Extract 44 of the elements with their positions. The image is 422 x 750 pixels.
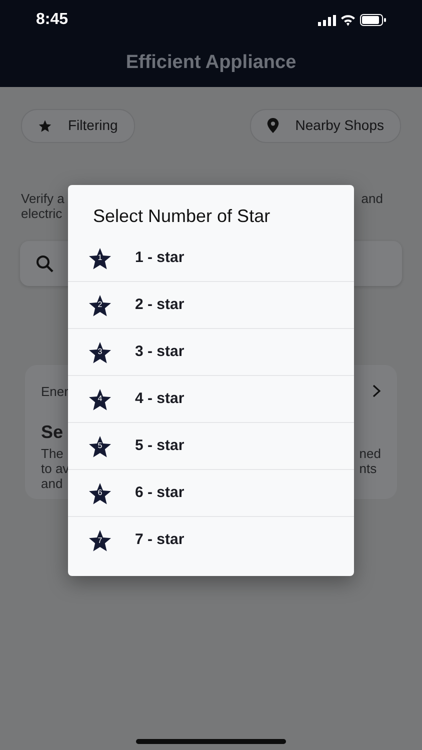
status-time: 8:45	[36, 10, 68, 30]
filter-chip[interactable]: Filtering	[21, 109, 135, 143]
signal-icon	[318, 14, 336, 26]
star-option[interactable]: 4 4 - star	[68, 376, 354, 423]
star-number: 2	[96, 300, 104, 310]
star-icon	[88, 482, 112, 505]
header-title: Efficient Appliance	[126, 51, 296, 76]
dialog-title: Select Number of Star	[93, 206, 270, 226]
battery-icon	[360, 14, 386, 26]
star-number: 4	[96, 394, 104, 404]
star-option[interactable]: 6 6 - star	[68, 470, 354, 517]
star-icon	[88, 530, 112, 552]
card-text: nts	[359, 461, 378, 476]
star-number: 3	[96, 347, 104, 357]
location-pin-icon	[267, 118, 280, 133]
star-option[interactable]: 1 1 - star	[68, 235, 354, 282]
card-category: Ener	[41, 384, 68, 398]
home-indicator[interactable]	[136, 739, 286, 744]
chevron-right-icon	[372, 384, 381, 398]
intro-text: and	[361, 191, 383, 206]
star-option[interactable]: 3 3 - star	[68, 329, 354, 376]
star-icon	[88, 248, 112, 270]
star-option[interactable]: 7 7 - star	[68, 517, 354, 564]
star-number: 1	[96, 253, 104, 263]
intro-text: electric	[21, 206, 64, 221]
card-text: The	[41, 446, 64, 461]
star-icon	[88, 342, 112, 364]
card-text: and	[41, 476, 64, 491]
star-icon	[88, 436, 112, 458]
star-icon	[88, 388, 112, 411]
filter-chip[interactable]: Nearby Shops	[250, 109, 401, 143]
star-number: 5	[96, 441, 104, 451]
card-text: ned	[359, 446, 381, 461]
card-title: Se	[41, 421, 64, 444]
card-text: to av	[41, 461, 70, 476]
search-icon	[36, 254, 54, 272]
star-icon	[38, 118, 52, 132]
star-number: 7	[96, 536, 104, 546]
wifi-icon	[340, 14, 356, 26]
star-icon	[88, 294, 112, 317]
star-option[interactable]: 2 2 - star	[68, 282, 354, 329]
star-number: 6	[96, 488, 104, 498]
star-option[interactable]: 5 5 - star	[68, 423, 354, 470]
intro-text: Verify a	[21, 191, 64, 206]
